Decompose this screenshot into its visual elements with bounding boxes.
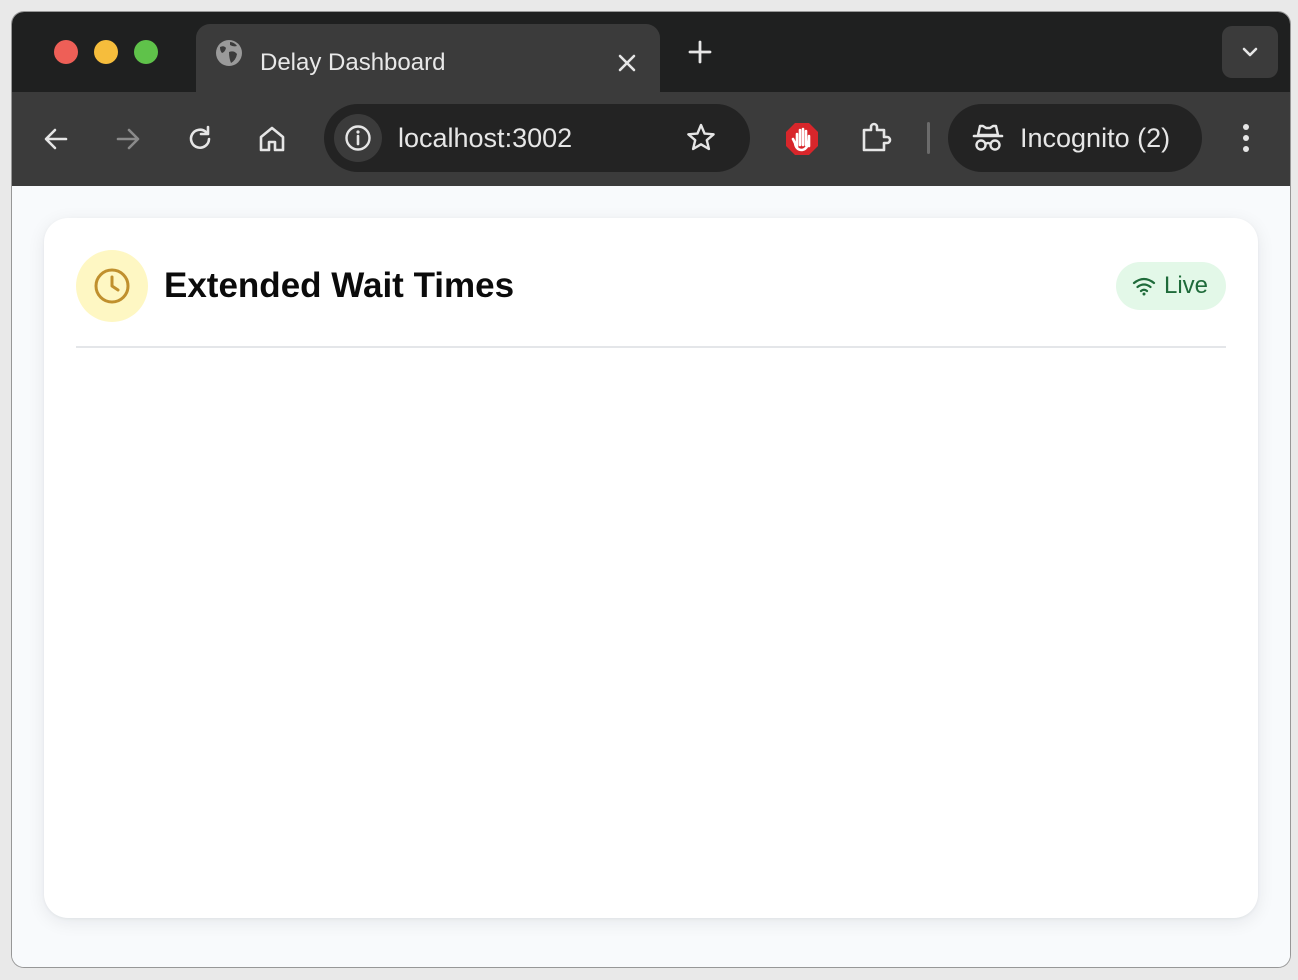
tab-title: Delay Dashboard bbox=[260, 49, 446, 76]
reload-icon[interactable] bbox=[183, 122, 217, 156]
wifi-icon bbox=[1132, 277, 1156, 296]
more-menu-icon[interactable] bbox=[1230, 120, 1262, 156]
address-bar[interactable]: localhost:3002 bbox=[324, 104, 750, 172]
home-icon[interactable] bbox=[255, 122, 289, 156]
wait-times-list bbox=[76, 348, 1226, 888]
clock-badge bbox=[76, 250, 148, 322]
browser-window: Delay Dashboard localhost:3002 Incognito… bbox=[12, 12, 1290, 967]
clock-icon bbox=[94, 268, 130, 304]
close-tab-icon[interactable] bbox=[615, 51, 639, 75]
close-window-button[interactable] bbox=[54, 40, 78, 64]
site-info-button[interactable] bbox=[334, 114, 382, 162]
maximize-window-button[interactable] bbox=[134, 40, 158, 64]
back-arrow-icon[interactable] bbox=[39, 122, 73, 156]
incognito-label: Incognito (2) bbox=[1020, 123, 1171, 153]
live-status-badge: Live bbox=[1116, 262, 1226, 310]
card-title: Extended Wait Times bbox=[164, 266, 515, 305]
bookmark-star-icon[interactable] bbox=[684, 121, 718, 155]
chevron-down-icon bbox=[1242, 47, 1258, 57]
incognito-icon bbox=[972, 124, 1004, 151]
live-status-label: Live bbox=[1164, 272, 1209, 299]
tab-delay-dashboard[interactable]: Delay Dashboard bbox=[196, 24, 660, 92]
globe-icon bbox=[216, 40, 242, 66]
tab-search-button[interactable] bbox=[1222, 26, 1278, 78]
incognito-profile-button[interactable]: Incognito (2) bbox=[948, 104, 1202, 172]
forward-arrow-icon[interactable] bbox=[111, 122, 145, 156]
page-content: Extended Wait Times Live bbox=[12, 186, 1290, 967]
wait-times-card: Extended Wait Times Live bbox=[44, 218, 1258, 918]
toolbar-divider bbox=[927, 122, 930, 154]
ublock-extension-icon[interactable] bbox=[784, 121, 820, 157]
info-icon bbox=[345, 125, 371, 151]
tab-strip: Delay Dashboard bbox=[12, 12, 1290, 92]
minimize-window-button[interactable] bbox=[94, 40, 118, 64]
new-tab-icon[interactable] bbox=[687, 39, 713, 65]
address-url: localhost:3002 bbox=[398, 123, 573, 153]
extensions-puzzle-icon[interactable] bbox=[858, 120, 894, 156]
